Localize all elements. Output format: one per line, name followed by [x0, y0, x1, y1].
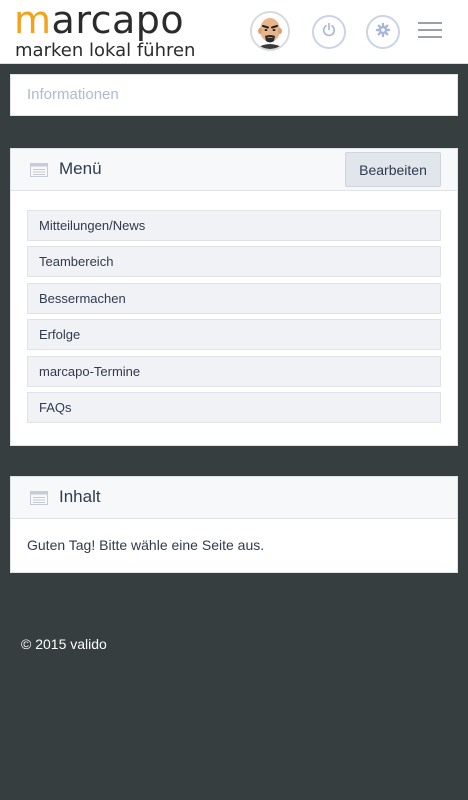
power-icon	[321, 22, 337, 43]
marcapo-logo[interactable]: marcapo marken lokal führen	[14, 0, 196, 62]
menu-item-teambereich[interactable]: Teambereich	[27, 246, 441, 278]
menu-item-marcapo-termine[interactable]: marcapo-Termine	[27, 355, 441, 387]
list-icon	[30, 491, 48, 510]
menu-item-bessermachen[interactable]: Bessermachen	[27, 282, 441, 314]
logo-tagline: marken lokal führen	[15, 40, 196, 61]
footer-copyright: © 2015 valido	[21, 636, 107, 652]
content-panel: Inhalt Guten Tag! Bitte wähle eine Seite…	[10, 476, 458, 573]
edit-button[interactable]: Bearbeiten	[345, 152, 441, 187]
menu-panel-title: Menü	[59, 159, 102, 178]
logo-wordmark: marcapo	[14, 0, 185, 42]
menu-item-mitteilungen-news[interactable]: Mitteilungen/News	[27, 210, 441, 241]
menu-panel-header: Menü Bearbeiten	[11, 149, 457, 191]
settings-button[interactable]	[366, 15, 400, 49]
menu-item-faqs[interactable]: FAQs	[27, 391, 441, 423]
menu-item-erfolge[interactable]: Erfolge	[27, 319, 441, 351]
gear-icon	[375, 22, 391, 43]
list-icon	[30, 163, 48, 182]
content-panel-header: Inhalt	[11, 477, 457, 519]
user-avatar-icon[interactable]	[250, 11, 290, 51]
power-button[interactable]	[312, 15, 346, 49]
app-header: marcapo marken lokal führen	[0, 0, 468, 64]
info-panel: Informationen	[10, 74, 458, 116]
content-message: Guten Tag! Bitte wähle eine Seite aus.	[27, 537, 265, 553]
menu-list: Mitteilungen/News Teambereich Bessermach…	[27, 210, 441, 428]
hamburger-menu-button[interactable]	[418, 22, 442, 40]
menu-panel: Menü Bearbeiten Mitteilungen/News Teambe…	[10, 148, 458, 446]
info-placeholder: Informationen	[27, 86, 119, 103]
content-panel-title: Inhalt	[59, 487, 101, 506]
